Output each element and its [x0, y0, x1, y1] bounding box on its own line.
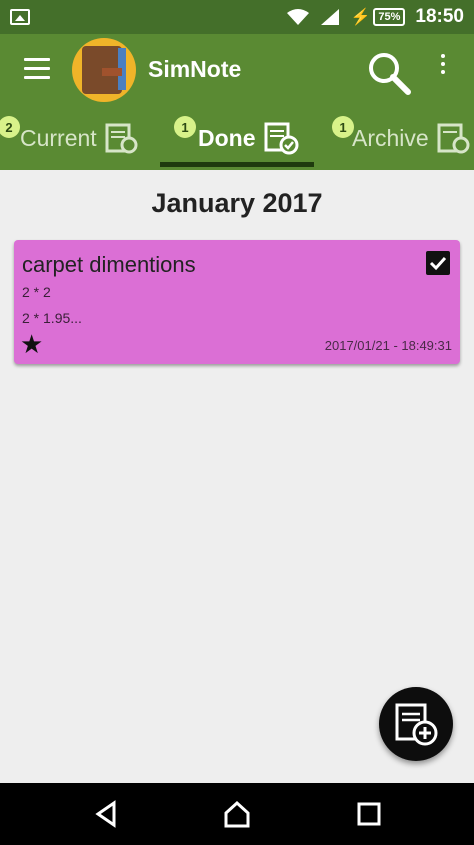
battery-level: 75%	[373, 8, 406, 26]
checkmark-icon	[429, 256, 447, 271]
app-logo	[72, 38, 136, 102]
signal-icon	[321, 9, 340, 25]
status-time: 18:50	[415, 6, 464, 27]
recents-icon	[357, 802, 381, 826]
back-icon	[95, 800, 116, 828]
tab-current[interactable]: 2 Current	[0, 106, 150, 170]
note-preview-line: 2 * 1.95...	[22, 310, 82, 326]
tab-done-label: Done	[198, 124, 256, 151]
tab-current-label: Current	[20, 124, 97, 151]
search-button[interactable]	[366, 50, 412, 96]
note-settings-icon	[105, 123, 138, 154]
note-timestamp: 2017/01/21 - 18:49:31	[324, 338, 452, 353]
more-vert-icon[interactable]	[436, 54, 450, 84]
add-note-button[interactable]	[379, 687, 453, 761]
tab-done-badge: 1	[174, 116, 196, 138]
back-button[interactable]	[92, 799, 122, 829]
search-icon	[369, 53, 411, 95]
tab-bar: 2 Current 1 Done 1 Archive	[0, 106, 474, 170]
tab-current-badge: 2	[0, 116, 20, 138]
add-note-icon	[395, 703, 438, 746]
note-archive-icon	[437, 123, 470, 154]
note-card[interactable]: carpet dimentions 2 * 2 2 * 1.95... ★ 20…	[14, 240, 460, 364]
done-checkbox[interactable]	[426, 251, 450, 275]
status-icons: ⚡ 75% 18:50	[286, 0, 464, 34]
app-title: SimNote	[148, 56, 242, 82]
home-button[interactable]	[222, 799, 252, 829]
note-title: carpet dimentions	[22, 252, 196, 277]
tab-indicator	[160, 162, 314, 167]
note-preview-line: 2 * 2	[22, 284, 51, 300]
system-nav-bar	[0, 783, 474, 845]
battery-indicator: ⚡ 75%	[350, 7, 406, 27]
wifi-icon	[287, 9, 310, 25]
status-bar: ⚡ 75% 18:50	[0, 0, 474, 34]
tab-archive-badge: 1	[332, 116, 354, 138]
charging-icon: ⚡	[350, 9, 371, 26]
app-bar: SimNote	[0, 34, 474, 106]
gallery-notification-icon	[10, 9, 30, 25]
tab-done[interactable]: 1 Done	[160, 106, 314, 170]
recents-button[interactable]	[354, 799, 384, 829]
tab-archive[interactable]: 1 Archive	[330, 106, 474, 170]
home-icon	[224, 800, 250, 828]
note-check-icon	[264, 122, 298, 155]
month-header: January 2017	[151, 188, 323, 218]
hamburger-icon[interactable]	[24, 58, 50, 80]
star-icon[interactable]: ★	[20, 330, 43, 358]
tab-archive-label: Archive	[352, 124, 429, 151]
